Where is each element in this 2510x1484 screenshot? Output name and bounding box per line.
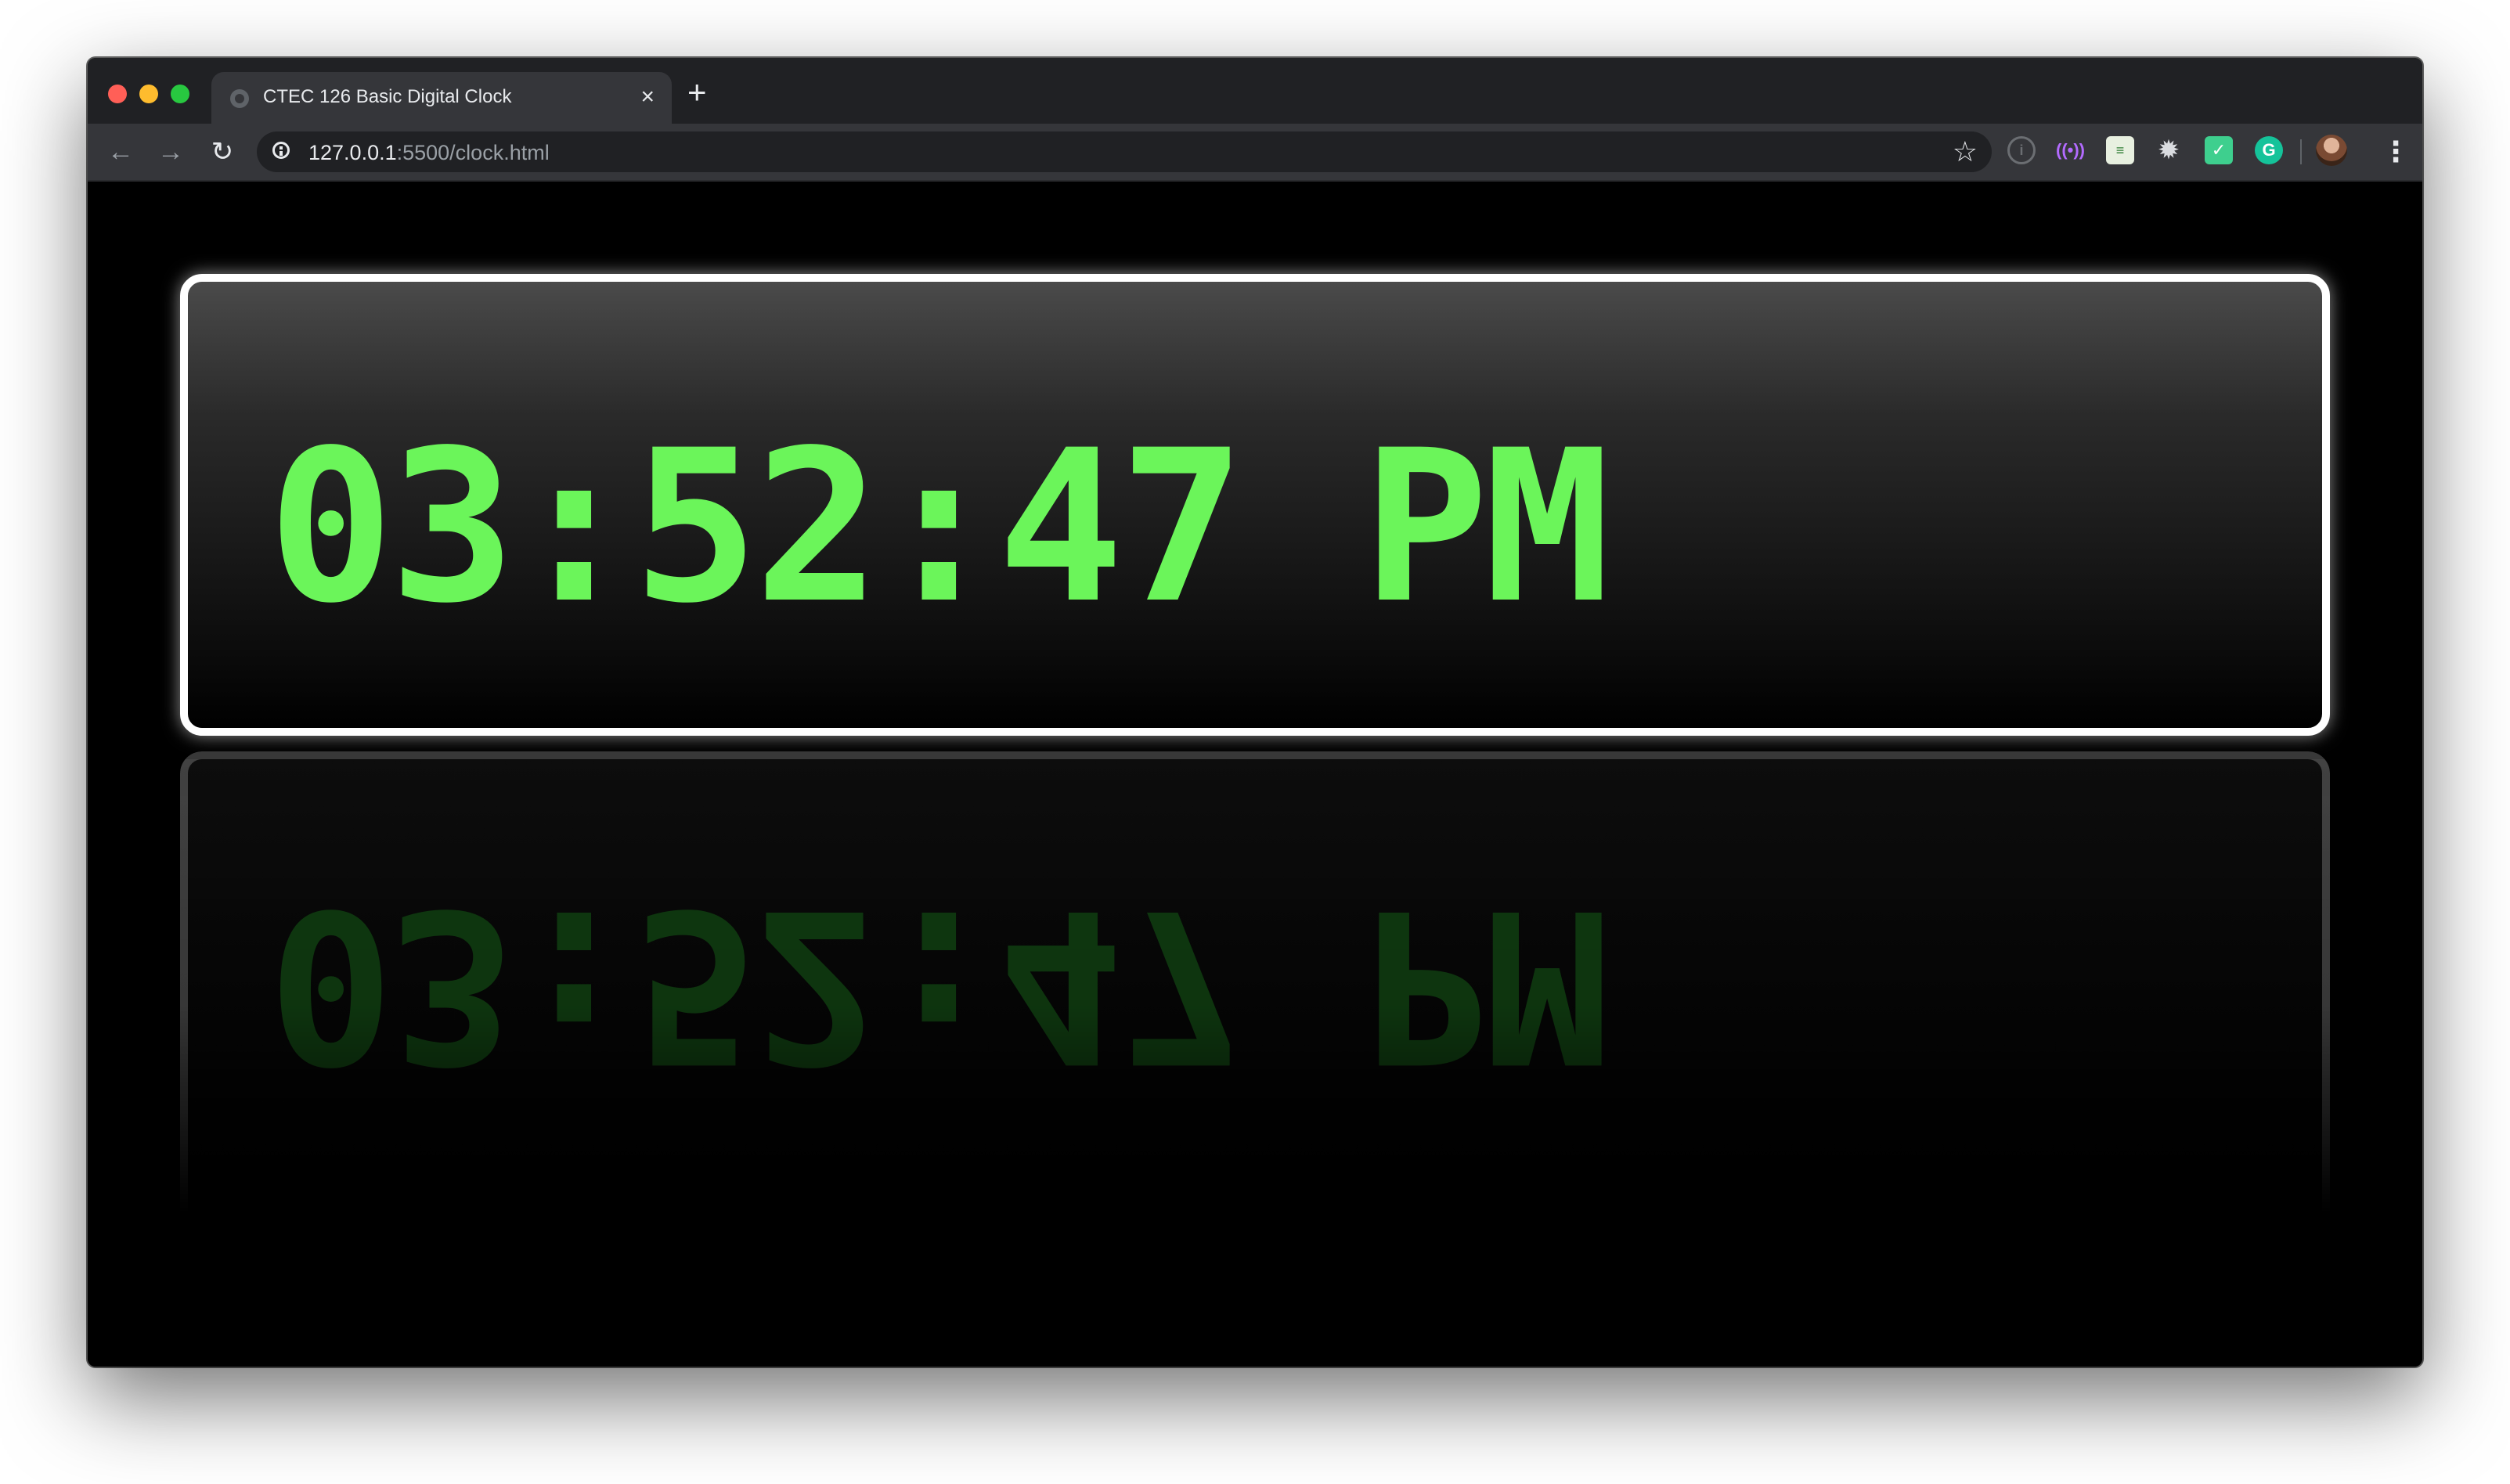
star-icon[interactable]: ☆ [1953,135,1978,169]
tab-clock[interactable]: CTEC 126 Basic Digital Clock × [211,72,672,124]
tab-strip: CTEC 126 Basic Digital Clock × + [88,58,2422,124]
page-content: 03:52:47 PM 03:52:47 PM [88,182,2422,1367]
extension-grammarly-icon[interactable]: G [2255,136,2283,164]
close-window-button[interactable] [108,85,127,103]
url-text[interactable]: 127.0.0.1:5500/clock.html [308,141,550,165]
toolbar: ← → ↻ 127.0.0.1:5500/clock.html ☆ i ((•)… [88,124,2422,182]
browser-window: CTEC 126 Basic Digital Clock × + ← → ↻ 1… [88,58,2422,1367]
tab-title: CTEC 126 Basic Digital Clock [263,86,512,107]
url-path: :5500/clock.html [396,141,550,164]
extension-gear-icon[interactable]: ✹ [2155,136,2183,164]
address-bar[interactable]: 127.0.0.1:5500/clock.html ☆ [257,131,1992,172]
digital-clock: 03:52:47 PM [180,274,2330,736]
extension-sheet-icon[interactable]: ≡ [2106,136,2134,164]
url-host: 127.0.0.1 [308,141,397,164]
menu-icon[interactable]: ⋮ [2380,135,2411,169]
forward-arrow-icon[interactable]: → [152,133,189,171]
extension-info-icon[interactable]: i [2007,136,2036,164]
clock-time: 03:52:47 PM [268,405,1610,650]
clock-reflection-time: 03:52:47 PM [268,863,1606,1107]
reload-icon[interactable]: ↻ [204,133,241,171]
close-tab-icon[interactable]: × [640,83,655,111]
back-arrow-icon[interactable]: ← [102,133,139,171]
extension-save-icon[interactable]: ✓ [2205,136,2233,164]
extension-broadcast-icon[interactable]: ((•)) [2056,136,2085,164]
globe-icon [230,89,249,108]
clock-reflection: 03:52:47 PM [180,751,2330,1213]
info-icon[interactable] [272,142,290,159]
toolbar-divider [2300,139,2302,164]
profile-avatar[interactable] [2316,135,2347,166]
maximize-window-button[interactable] [171,85,189,103]
new-tab-icon[interactable]: + [687,75,707,110]
minimize-window-button[interactable] [139,85,158,103]
